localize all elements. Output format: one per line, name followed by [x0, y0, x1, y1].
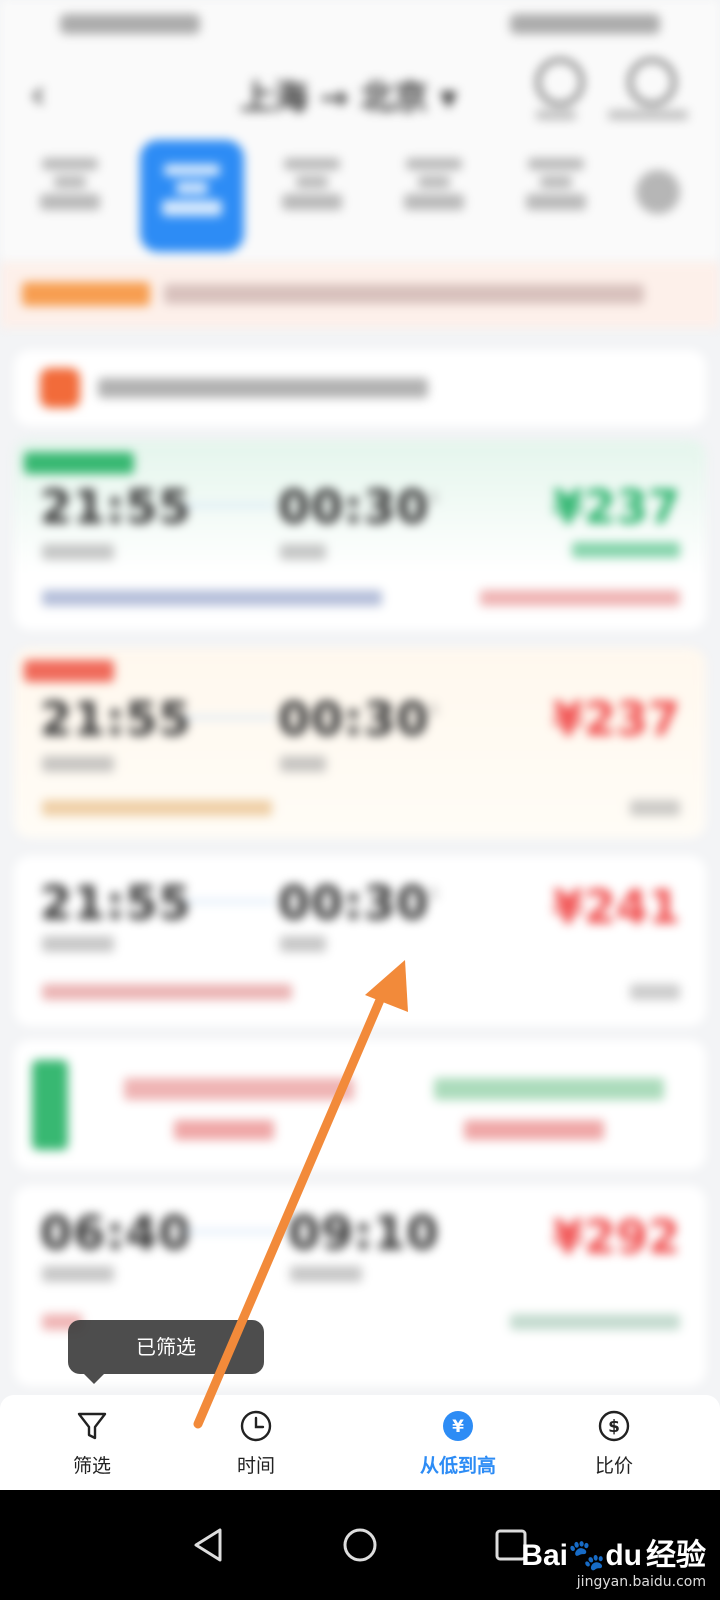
svg-text:¥: ¥	[452, 1417, 464, 1437]
bottom-toolbar: 筛选 时间 ¥ 从低到高 $ 比价	[0, 1395, 720, 1490]
paw-icon: 🐾	[567, 1539, 606, 1572]
flight-card[interactable]: 21:55 00:30 +1 ¥237	[14, 648, 706, 838]
date-item[interactable]	[516, 152, 596, 242]
airline-info	[42, 984, 292, 1000]
calendar-icon[interactable]	[636, 170, 680, 214]
blurred-content: ‹ 上海 → 北京 ▾ 21:55 00:30 +1 ¥237 21:55 00…	[0, 0, 720, 1420]
watermark-brand-a: Bai	[521, 1539, 568, 1572]
arrival-time: 00:30	[278, 876, 430, 930]
price-sort-tab[interactable]: ¥ 从低到高	[388, 1409, 528, 1478]
clock-icon	[240, 1410, 272, 1442]
airline-info	[42, 590, 382, 606]
flight-card[interactable]: 21:55 00:30 +1 ¥237	[14, 440, 706, 630]
arr-airport	[280, 936, 326, 952]
seat-count	[630, 984, 680, 1000]
notice-text	[164, 284, 644, 304]
compare-price-icon: $	[598, 1410, 630, 1442]
flight-price: ¥292	[551, 1210, 680, 1264]
compare-price-label: 比价	[594, 1455, 633, 1477]
route-line	[184, 1230, 284, 1233]
filter-label: 筛选	[72, 1455, 111, 1477]
flight-tag	[24, 452, 134, 474]
filter-icon	[77, 1412, 107, 1440]
sort-toast: 已筛选	[68, 1320, 264, 1384]
departure-time: 06:40	[40, 1206, 192, 1260]
time-label: 时间	[236, 1455, 275, 1477]
arr-airport	[280, 756, 326, 772]
date-item-selected[interactable]	[140, 140, 244, 252]
dep-airport	[42, 936, 114, 952]
system-home-icon[interactable]	[337, 1522, 383, 1568]
route-title[interactable]: 上海 → 北京 ▾	[240, 70, 457, 119]
status-right-indicators	[510, 14, 660, 34]
arrival-time: 00:30	[278, 692, 430, 746]
yuan-icon: ¥	[443, 1411, 473, 1441]
departure-time: 21:55	[40, 692, 192, 746]
compare-price-tab[interactable]: $ 比价	[544, 1409, 684, 1478]
promo-card[interactable]	[14, 350, 706, 426]
date-item[interactable]	[30, 152, 110, 242]
svg-text:$: $	[608, 1417, 620, 1437]
transfer-price-a	[174, 1120, 274, 1140]
date-item[interactable]	[272, 152, 352, 242]
watermark-url: jingyan.baidu.com	[576, 1574, 706, 1590]
arr-airport	[280, 544, 326, 560]
flight-card[interactable]: 21:55 00:30 +1 ¥241	[14, 856, 706, 1026]
header-action-label	[536, 110, 576, 120]
departure-time: 21:55	[40, 876, 192, 930]
flight-price: ¥237	[551, 480, 680, 534]
arrival-time: 09:10	[288, 1206, 440, 1260]
price-sort-label: 从低到高	[419, 1455, 496, 1477]
baidu-watermark: Bai🐾du 经验 jingyan.baidu.com	[521, 1530, 706, 1590]
arrival-time: 00:30	[278, 480, 430, 534]
notice-banner[interactable]	[0, 262, 720, 328]
discount-label	[572, 542, 680, 558]
price-note	[510, 1314, 680, 1330]
time-tab[interactable]: 时间	[186, 1409, 326, 1478]
status-bar	[0, 0, 720, 50]
arr-airport	[290, 1266, 362, 1282]
watermark-brand-cn: 经验	[646, 1539, 706, 1572]
price-note	[480, 590, 680, 606]
flight-tag	[24, 660, 114, 682]
header-more-icon[interactable]	[628, 58, 676, 106]
seat-count	[630, 800, 680, 816]
promo-text	[98, 378, 428, 398]
transfer-card[interactable]	[14, 1040, 706, 1170]
next-day-mark: +1	[418, 490, 439, 506]
next-day-mark: +1	[418, 702, 439, 718]
back-arrow-icon[interactable]: ‹	[30, 72, 46, 118]
transfer-tag	[32, 1060, 68, 1150]
dep-airport	[42, 544, 114, 560]
route-line	[184, 900, 274, 903]
transfer-route-b	[434, 1078, 664, 1100]
next-day-mark: +1	[418, 886, 439, 902]
route-line	[184, 504, 274, 507]
gift-icon	[40, 368, 80, 408]
transfer-route-a	[124, 1078, 354, 1100]
dep-airport	[42, 756, 114, 772]
header-more-label	[608, 110, 688, 120]
transfer-price-b	[464, 1120, 604, 1140]
app-header: ‹ 上海 → 北京 ▾	[0, 50, 720, 140]
airline-info	[42, 800, 272, 816]
system-back-icon[interactable]	[186, 1522, 232, 1568]
status-left-indicators	[60, 14, 200, 34]
date-item[interactable]	[394, 152, 474, 242]
dep-airport	[42, 1266, 114, 1282]
flight-price: ¥237	[551, 692, 680, 746]
notice-tag	[22, 282, 150, 306]
departure-time: 21:55	[40, 480, 192, 534]
route-line	[184, 716, 274, 719]
flight-price: ¥241	[551, 880, 680, 934]
filter-tab[interactable]: 筛选	[22, 1409, 162, 1478]
header-action-icon[interactable]	[536, 58, 584, 106]
date-selector	[0, 140, 720, 260]
watermark-brand-b: du	[605, 1539, 642, 1572]
